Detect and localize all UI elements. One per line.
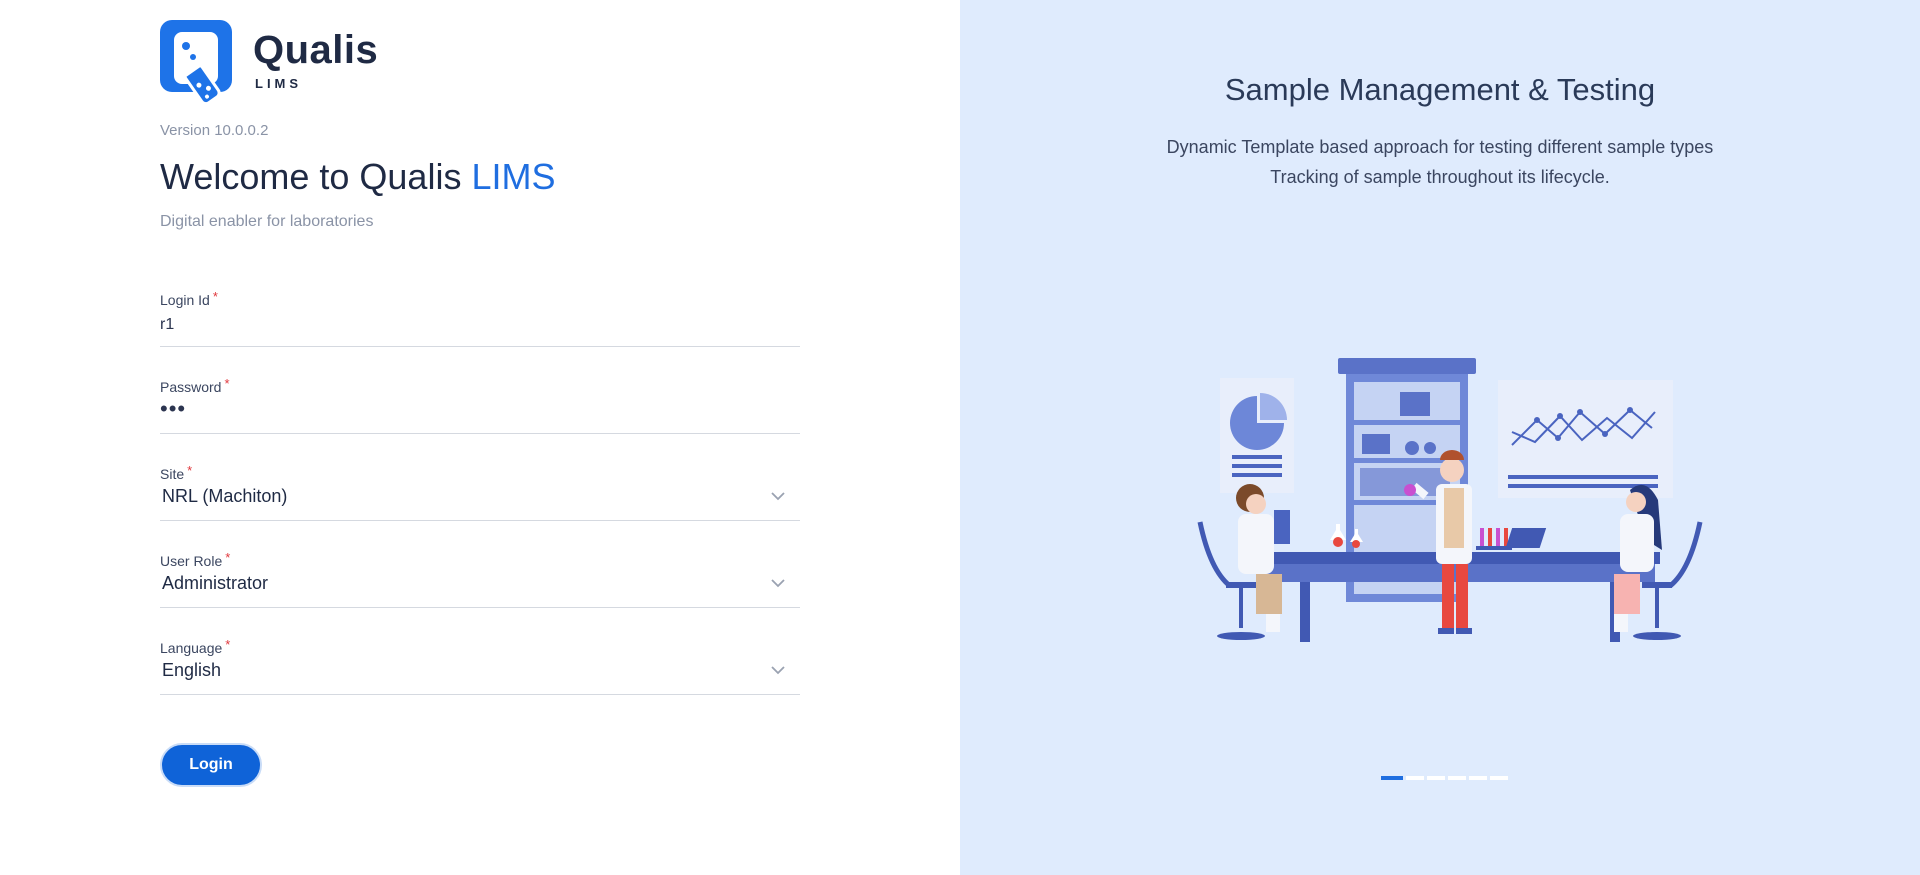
chevron-down-icon[interactable] [770,662,786,678]
carousel-title: Sample Management & Testing [1224,72,1656,107]
page-title: Welcome to Qualis LIMS [160,156,555,198]
welcome-prefix: Welcome to Qualis [160,156,472,197]
login-panel: Qualis LIMS Version 10.0.0.2 Welcome to … [0,0,960,875]
brand-logo: Qualis LIMS [160,20,378,113]
carousel-dot-5[interactable] [1469,776,1487,780]
chevron-down-icon[interactable] [770,575,786,591]
required-mark: * [224,376,230,391]
password-field: Password * ••• [160,376,800,434]
password-label: Password * [160,376,230,395]
login-id-label: Login Id * [160,289,218,308]
carousel-dot-4[interactable] [1448,776,1466,780]
user-role-value: Administrator [162,573,269,593]
brand-name: Qualis [253,28,379,72]
required-mark: * [225,550,231,565]
password-input[interactable]: ••• [160,396,720,422]
carousel-description: Dynamic Template based approach for test… [960,132,1920,192]
login-id-field: Login Id * [160,289,800,347]
carousel-dot-6[interactable] [1490,776,1508,780]
flask-icon [160,20,233,113]
version-label: Version 10.0.0.2 [160,122,269,139]
carousel-dot-3[interactable] [1427,776,1445,780]
welcome-accent: LIMS [471,156,556,197]
site-select[interactable]: Site * NRL (Machiton) [160,463,800,521]
login-id-input[interactable] [160,316,720,334]
required-mark: * [212,289,218,304]
language-select[interactable]: Language * English [160,637,800,695]
brand-sub: LIMS [255,76,303,91]
carousel-panel: Sample Management & Testing Dynamic Temp… [960,0,1920,875]
user-role-label: User Role * [160,550,231,569]
carousel-line-1: Dynamic Template based approach for test… [1166,137,1714,157]
site-value: NRL (Machiton) [162,486,288,506]
carousel-pagination [1381,776,1508,780]
language-label: Language * [160,637,231,656]
chevron-down-icon[interactable] [770,488,786,504]
login-button[interactable]: Login [160,743,262,787]
lab-illustration [1197,358,1703,642]
site-label: Site * [160,463,193,482]
user-role-select[interactable]: User Role * Administrator [160,550,800,608]
carousel-dot-2[interactable] [1406,776,1424,780]
carousel-dot-1[interactable] [1381,776,1403,780]
carousel-line-2: Tracking of sample throughout its lifecy… [1270,167,1610,187]
required-mark: * [225,637,231,652]
required-mark: * [187,463,193,478]
language-value: English [162,660,222,680]
tagline: Digital enabler for laboratories [160,213,374,230]
